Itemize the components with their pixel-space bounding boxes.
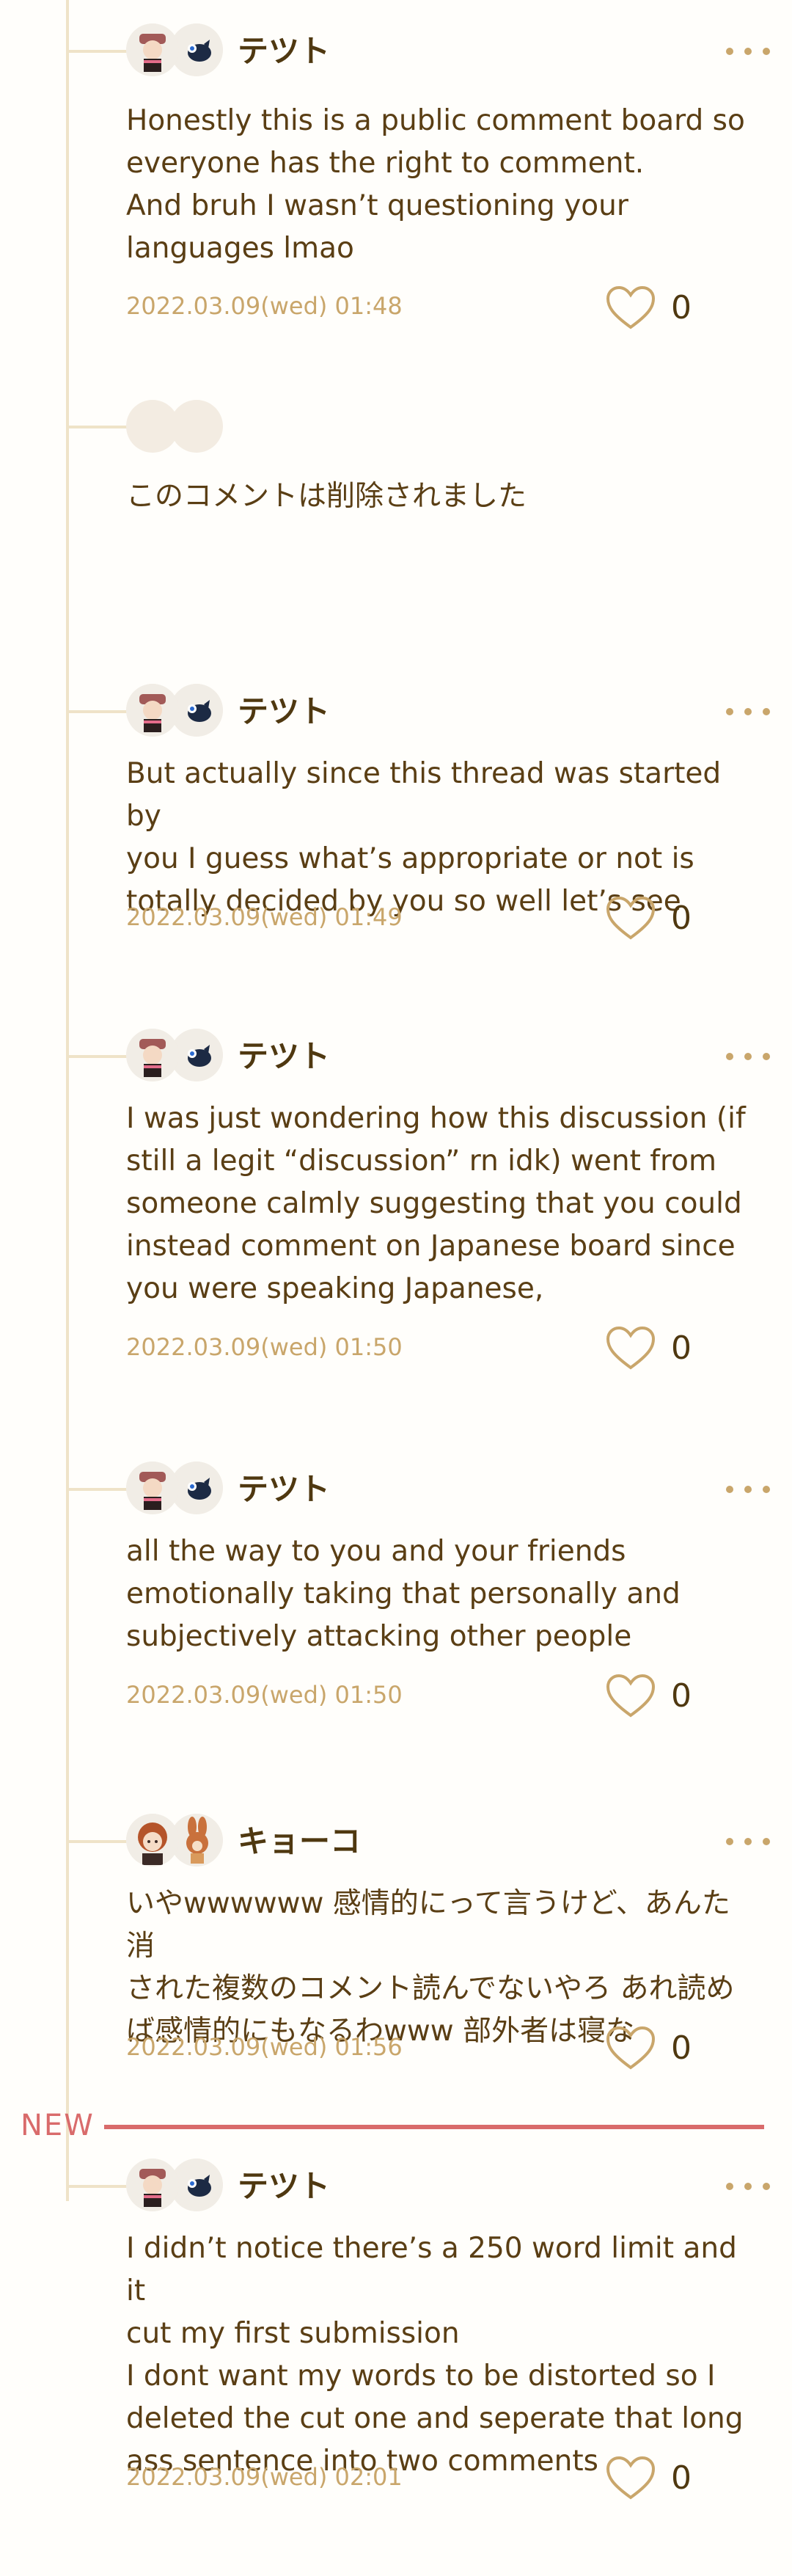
avatar-user-icon <box>126 2159 179 2211</box>
comment-item: テツト Honestly this is a public comment bo… <box>0 0 792 382</box>
thread-branch <box>66 710 131 713</box>
thread-branch <box>66 50 131 53</box>
avatar-group[interactable] <box>126 1814 229 1867</box>
comment-text: いやwwwwww 感情的にって言うけど、あんた消 された複数のコメント読んでない… <box>126 1887 735 2048</box>
more-dots-icon[interactable] <box>726 2175 770 2197</box>
comment-timestamp: 2022.03.09(wed) 01:48 <box>126 292 403 320</box>
comment-username[interactable]: テツト <box>238 29 330 73</box>
comment-item: キョーコ いやwwwwww 感情的にって言うけど、あんた消 された複数のコメント… <box>0 1790 792 2098</box>
thread-branch <box>66 426 131 428</box>
avatar-group <box>126 400 229 453</box>
thread-branch <box>66 1488 131 1491</box>
comment-text: I didn’t notice there’s a 250 word limit… <box>126 2232 744 2478</box>
more-dots-icon[interactable] <box>726 1478 770 1500</box>
comment-username[interactable]: テツト <box>238 690 330 734</box>
avatar-group[interactable] <box>126 23 229 76</box>
more-dots-icon[interactable] <box>726 1831 770 1853</box>
like-count: 0 <box>671 2459 692 2497</box>
comment-username[interactable]: テツト <box>238 1467 330 1511</box>
comment-text: all the way to you and your friends emot… <box>126 1535 681 1653</box>
like-count: 0 <box>671 2029 692 2067</box>
avatar-user-icon <box>126 1814 179 1867</box>
heart-icon[interactable] <box>605 285 656 332</box>
heart-icon[interactable] <box>605 1325 656 1372</box>
deleted-comment-text: このコメントは削除されました <box>126 480 527 513</box>
thread-branch <box>66 2185 131 2188</box>
comment-timestamp: 2022.03.09(wed) 01:50 <box>126 1333 403 1361</box>
avatar-group[interactable] <box>126 1462 229 1514</box>
comment-item: テツト But actually since this thread was s… <box>0 660 792 1005</box>
deleted-comment-item: このコメントは削除されました <box>0 382 792 660</box>
comment-text: But actually since this thread was start… <box>126 757 722 918</box>
comment-timestamp: 2022.03.09(wed) 02:01 <box>126 2463 403 2491</box>
avatar-user-icon <box>126 1029 179 1081</box>
comment-username[interactable]: キョーコ <box>238 1820 361 1864</box>
heart-icon[interactable] <box>605 2455 656 2502</box>
avatar-group[interactable] <box>126 684 229 737</box>
like-count: 0 <box>671 1329 692 1367</box>
thread-branch <box>66 1840 131 1843</box>
more-dots-icon[interactable] <box>726 1046 770 1068</box>
avatar-user-icon <box>126 23 179 76</box>
comment-text: Honestly this is a public comment board … <box>126 104 745 265</box>
comment-item: テツト I was just wondering how this discus… <box>0 1005 792 1438</box>
comment-item: テツト I didn’t notice there’s a 250 word l… <box>0 2135 792 2576</box>
like-count: 0 <box>671 1677 692 1715</box>
more-dots-icon[interactable] <box>726 40 770 62</box>
comment-text: I was just wondering how this discussion… <box>126 1102 746 1305</box>
avatar-placeholder-icon <box>126 400 179 453</box>
avatar-user-icon <box>126 684 179 737</box>
comment-timestamp: 2022.03.09(wed) 01:49 <box>126 903 403 931</box>
more-dots-icon[interactable] <box>726 701 770 723</box>
like-count: 0 <box>671 289 692 326</box>
heart-icon[interactable] <box>605 2025 656 2072</box>
like-count: 0 <box>671 900 692 937</box>
comment-timestamp: 2022.03.09(wed) 01:50 <box>126 1681 403 1709</box>
new-marker-line <box>104 2125 764 2129</box>
comment-item: テツト all the way to you and your friends … <box>0 1438 792 1790</box>
heart-icon[interactable] <box>605 1673 656 1720</box>
comment-username[interactable]: テツト <box>238 1035 330 1079</box>
avatar-group[interactable] <box>126 2159 229 2211</box>
heart-icon[interactable] <box>605 895 656 942</box>
avatar-user-icon <box>126 1462 179 1514</box>
comment-username[interactable]: テツト <box>238 2164 330 2208</box>
comment-timestamp: 2022.03.09(wed) 01:56 <box>126 2033 403 2061</box>
avatar-group[interactable] <box>126 1029 229 1081</box>
thread-branch <box>66 1055 131 1058</box>
